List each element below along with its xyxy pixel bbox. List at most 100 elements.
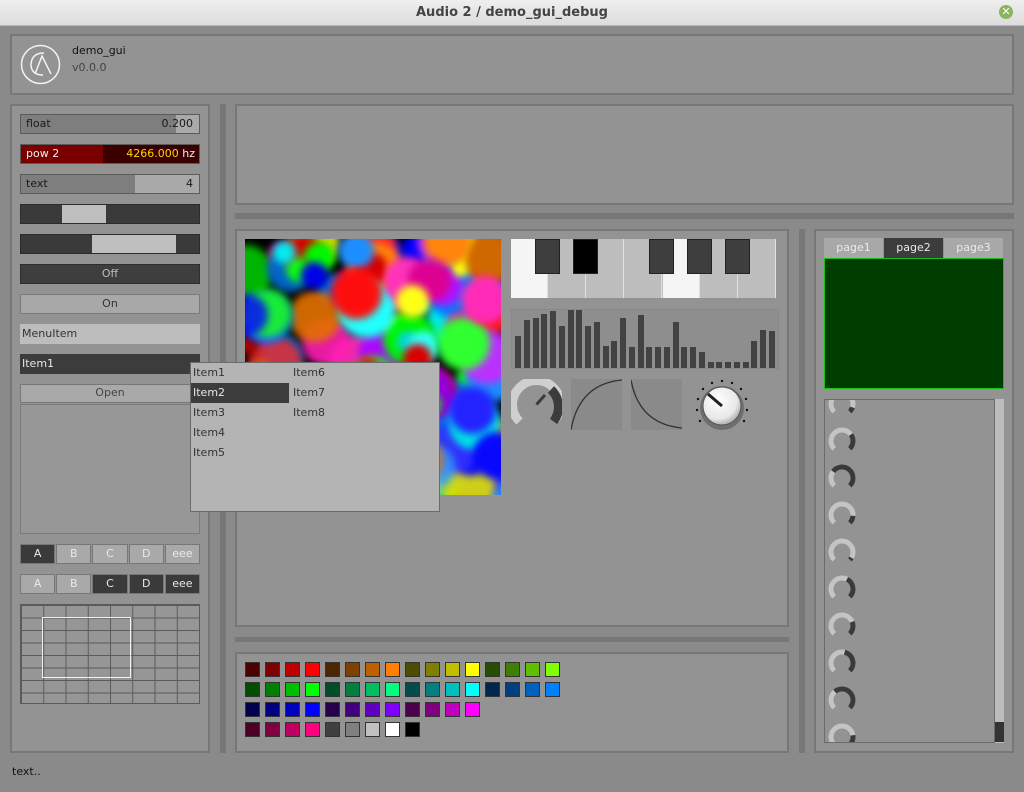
arc-gauge-knob[interactable] — [508, 376, 565, 430]
horizontal-divider-bottom[interactable] — [235, 637, 789, 642]
color-swatch[interactable] — [305, 662, 320, 677]
color-swatch[interactable] — [265, 682, 280, 697]
range-slider-2[interactable] — [20, 234, 200, 254]
piano-black-key[interactable] — [649, 239, 674, 274]
color-swatch[interactable] — [505, 662, 520, 677]
color-swatch[interactable] — [285, 702, 300, 717]
color-swatch[interactable] — [445, 702, 460, 717]
color-swatch[interactable] — [425, 682, 440, 697]
toggle-off-button[interactable]: Off — [20, 264, 200, 284]
segment-2-b[interactable]: B — [56, 574, 92, 594]
dropdown-option[interactable]: Item8 — [291, 403, 389, 423]
color-swatch[interactable] — [505, 682, 520, 697]
knob-list-scrollbar[interactable] — [995, 399, 1004, 743]
color-swatch[interactable] — [405, 662, 420, 677]
color-swatch[interactable] — [385, 662, 400, 677]
segment-2-c[interactable]: C — [92, 574, 128, 594]
list-knob[interactable] — [825, 646, 859, 683]
color-swatch[interactable] — [245, 662, 260, 677]
color-swatch[interactable] — [325, 662, 340, 677]
range-slider-1-selection[interactable] — [61, 205, 107, 223]
color-swatch[interactable] — [465, 662, 480, 677]
color-swatch[interactable] — [525, 662, 540, 677]
dropdown-option[interactable]: Item5 — [191, 443, 289, 463]
color-swatch[interactable] — [285, 682, 300, 697]
segment-2-d[interactable]: D — [128, 574, 164, 594]
segment-1-eee[interactable]: eee — [164, 544, 201, 564]
list-knob[interactable] — [825, 720, 859, 742]
segment-1-d[interactable]: D — [128, 544, 164, 564]
color-swatch[interactable] — [265, 702, 280, 717]
piano-black-key[interactable] — [687, 239, 712, 274]
color-swatch[interactable] — [365, 702, 380, 717]
dropdown-option[interactable]: Item6 — [291, 363, 389, 383]
piano-black-key[interactable] — [573, 239, 598, 274]
color-swatch[interactable] — [545, 662, 560, 677]
segment-2-eee[interactable]: eee — [164, 574, 201, 594]
color-swatch[interactable] — [365, 682, 380, 697]
segment-1-a[interactable]: A — [20, 544, 56, 564]
dropdown-select[interactable]: Item1 — [20, 354, 200, 374]
color-swatch[interactable] — [305, 722, 320, 737]
grid-selection-rect[interactable] — [42, 617, 131, 678]
vertical-divider-right[interactable] — [799, 229, 805, 753]
segment-1-c[interactable]: C — [92, 544, 128, 564]
range-slider-1[interactable] — [20, 204, 200, 224]
color-swatch[interactable] — [325, 702, 340, 717]
color-swatch[interactable] — [385, 722, 400, 737]
list-knob[interactable] — [825, 498, 859, 535]
color-swatch[interactable] — [425, 662, 440, 677]
color-swatch[interactable] — [465, 682, 480, 697]
dropdown-option[interactable]: Item2 — [191, 383, 289, 403]
color-swatch[interactable] — [325, 682, 340, 697]
color-swatch[interactable] — [485, 682, 500, 697]
tab-page3[interactable]: page3 — [944, 238, 1003, 258]
color-swatch[interactable] — [385, 702, 400, 717]
piano-keyboard[interactable] — [511, 239, 776, 298]
color-swatch[interactable] — [245, 702, 260, 717]
list-knob[interactable] — [825, 424, 859, 461]
toggle-on-button[interactable]: On — [20, 294, 200, 314]
list-knob[interactable] — [825, 572, 859, 609]
segment-2-a[interactable]: A — [20, 574, 56, 594]
dropdown-option[interactable]: Item3 — [191, 403, 289, 423]
rotary-knob[interactable] — [693, 377, 751, 435]
menu-item[interactable]: MenuItem — [20, 324, 200, 344]
log-curve-display[interactable] — [570, 379, 623, 431]
list-knob[interactable] — [825, 400, 859, 424]
pow2-slider[interactable]: pow 2 4266.000 hz — [20, 144, 200, 164]
close-icon[interactable]: ✕ — [999, 5, 1013, 19]
exp-curve-display[interactable] — [630, 379, 683, 430]
color-swatch[interactable] — [365, 662, 380, 677]
color-swatch[interactable] — [445, 682, 460, 697]
horizontal-divider-top[interactable] — [235, 213, 1014, 219]
color-swatch[interactable] — [425, 702, 440, 717]
color-swatch[interactable] — [485, 662, 500, 677]
color-swatch[interactable] — [285, 662, 300, 677]
piano-black-key[interactable] — [725, 239, 750, 274]
color-swatch[interactable] — [525, 682, 540, 697]
color-swatch[interactable] — [345, 722, 360, 737]
list-knob[interactable] — [825, 461, 859, 498]
knob-list-scroll-thumb[interactable] — [995, 722, 1004, 742]
text-slider[interactable]: text 4 — [20, 174, 200, 194]
color-swatch[interactable] — [325, 722, 340, 737]
color-swatch[interactable] — [405, 702, 420, 717]
color-swatch[interactable] — [365, 722, 380, 737]
color-swatch[interactable] — [445, 662, 460, 677]
color-swatch[interactable] — [465, 702, 480, 717]
color-swatch[interactable] — [385, 682, 400, 697]
list-knob[interactable] — [825, 683, 859, 720]
color-swatch[interactable] — [405, 722, 420, 737]
dropdown-option[interactable]: Item4 — [191, 423, 289, 443]
dropdown-option[interactable]: Item7 — [291, 383, 389, 403]
color-swatch[interactable] — [245, 682, 260, 697]
open-button[interactable]: Open — [20, 384, 200, 403]
range-slider-2-selection[interactable] — [92, 235, 176, 253]
tab-page2[interactable]: page2 — [884, 238, 943, 258]
list-knob[interactable] — [825, 609, 859, 646]
tab-page1[interactable]: page1 — [824, 238, 883, 258]
dropdown-option[interactable]: Item1 — [191, 363, 289, 383]
color-swatch[interactable] — [265, 722, 280, 737]
knob-list[interactable] — [824, 399, 995, 743]
